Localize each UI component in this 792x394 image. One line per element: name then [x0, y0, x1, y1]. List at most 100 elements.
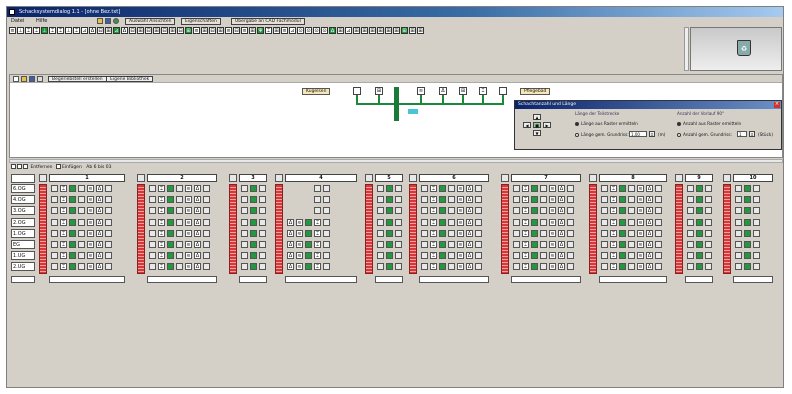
riser-cell[interactable]: [696, 252, 703, 260]
grid-cell-empty[interactable]: [377, 229, 384, 237]
fixture-cell[interactable]: Δ: [646, 196, 653, 204]
column-header[interactable]: 8: [599, 174, 667, 182]
spinner-icon[interactable]: ⇕: [649, 131, 655, 137]
grid-cell-empty[interactable]: [395, 252, 402, 260]
grid-cell-empty[interactable]: [448, 252, 455, 260]
riser-cell[interactable]: [439, 196, 446, 204]
riser-cell[interactable]: [744, 241, 751, 248]
grid-icon[interactable]: [11, 164, 16, 169]
fixture-cell[interactable]: ≋: [457, 196, 464, 204]
riser-cell[interactable]: [619, 229, 626, 237]
riser-cell[interactable]: [250, 218, 257, 226]
grid-cell-empty[interactable]: [51, 218, 58, 226]
fixture-cell[interactable]: Δ: [558, 229, 565, 237]
riser-cell[interactable]: [744, 207, 751, 215]
symbol-tool-15[interactable]: ⊟: [129, 27, 136, 34]
grid-cell-empty[interactable]: [323, 252, 330, 260]
fixture-cell[interactable]: Δ: [194, 185, 201, 192]
symbol-tool-36[interactable]: ⊙: [297, 27, 304, 34]
grid-cell-empty[interactable]: [323, 207, 330, 215]
grid-cell-empty[interactable]: [475, 229, 482, 237]
fixture-cell[interactable]: Δ: [466, 263, 473, 271]
grid-cell-empty[interactable]: [567, 263, 574, 271]
grid-cell-empty[interactable]: [176, 229, 183, 237]
riser-cell[interactable]: [744, 252, 751, 260]
fixture-cell[interactable]: ≋: [549, 252, 556, 260]
fixture-cell[interactable]: ⌶: [158, 252, 165, 260]
fixture-cell[interactable]: ≋: [549, 263, 556, 271]
symbol-tool-27[interactable]: ≡: [225, 27, 232, 34]
grid-cell-empty[interactable]: [78, 263, 85, 271]
grid-cell-empty[interactable]: [105, 263, 112, 271]
length-input[interactable]: 1,00: [629, 131, 647, 137]
column-header-box[interactable]: [229, 174, 237, 182]
fixture-cell[interactable]: ≋: [637, 241, 644, 248]
grid-cell-empty[interactable]: [105, 207, 112, 215]
riser-cell[interactable]: [619, 241, 626, 248]
cad-transfer-button[interactable]: Übergabe an CAD Fachmodul: [231, 18, 305, 25]
count-input[interactable]: 1: [737, 131, 747, 137]
riser-cell[interactable]: [531, 196, 538, 204]
grid-cell-empty[interactable]: [705, 252, 712, 260]
grid-cell-empty[interactable]: [655, 185, 662, 192]
riser-cell[interactable]: [531, 185, 538, 192]
grid-cell-empty[interactable]: [753, 185, 760, 192]
symbol-tool-29[interactable]: ≡: [241, 27, 248, 34]
riser-cell[interactable]: [696, 207, 703, 215]
riser-cell[interactable]: [69, 252, 76, 260]
arrow-left-icon[interactable]: ◀: [523, 122, 531, 128]
fixture-cell[interactable]: ≋: [549, 241, 556, 248]
grid-cell-empty[interactable]: [323, 218, 330, 226]
column-footer[interactable]: [375, 275, 403, 283]
symbol-tool-50[interactable]: ⊞: [409, 27, 416, 34]
grid-cell-empty[interactable]: [628, 218, 635, 226]
grid-cell-empty[interactable]: [753, 196, 760, 204]
fixture-cell[interactable]: Δ: [646, 241, 653, 248]
grid-cell-empty[interactable]: [513, 218, 520, 226]
grid-cell-empty[interactable]: [377, 252, 384, 260]
fixture-cell[interactable]: ⌶: [158, 196, 165, 204]
riser-cell[interactable]: [531, 218, 538, 226]
fixture-cell[interactable]: ⌶: [60, 218, 67, 226]
riser-cell[interactable]: [696, 196, 703, 204]
fixture-cell[interactable]: ⌶: [314, 218, 321, 226]
grid-cell-empty[interactable]: [753, 218, 760, 226]
grid-cell-empty[interactable]: [421, 252, 428, 260]
fixture-cell[interactable]: ≋: [87, 196, 94, 204]
riser-cell[interactable]: [386, 241, 393, 248]
fixture-cell[interactable]: ⌶: [522, 241, 529, 248]
grid-cell-empty[interactable]: [601, 185, 608, 192]
grid-cell-empty[interactable]: [377, 218, 384, 226]
column-footer[interactable]: [49, 275, 125, 283]
close-icon[interactable]: ×: [774, 102, 780, 108]
open-folder-icon[interactable]: [21, 76, 27, 82]
riser-cell[interactable]: [69, 207, 76, 215]
fixture-cell[interactable]: Δ: [194, 218, 201, 226]
grid-cell-empty[interactable]: [51, 207, 58, 215]
column-footer[interactable]: [239, 275, 267, 283]
grid-cell-empty[interactable]: [241, 185, 248, 192]
grid-cell-empty[interactable]: [323, 241, 330, 248]
column-header-box[interactable]: [589, 174, 597, 182]
fixture-cell[interactable]: Δ: [287, 218, 294, 226]
grid-cell-empty[interactable]: [655, 196, 662, 204]
column-footer[interactable]: [511, 275, 581, 283]
fixture-cell[interactable]: ⌶: [314, 229, 321, 237]
fixture-cell[interactable]: Δ: [194, 263, 201, 271]
symbol-tool-17[interactable]: ⊟: [145, 27, 152, 34]
grid-cell-empty[interactable]: [395, 207, 402, 215]
grid-cell-empty[interactable]: [448, 241, 455, 248]
fixture-cell[interactable]: ⌶: [430, 252, 437, 260]
fixture-cell[interactable]: ≋: [457, 263, 464, 271]
symbol-tool-5[interactable]: ⌶: [49, 27, 56, 34]
grid-cell-empty[interactable]: [377, 263, 384, 271]
symbol-tool-3[interactable]: ⌶: [33, 27, 40, 34]
grid-cell-empty[interactable]: [51, 252, 58, 260]
riser-cell[interactable]: [386, 196, 393, 204]
fixture-cell[interactable]: ⌶: [60, 252, 67, 260]
fixture-cell[interactable]: ⌶: [610, 196, 617, 204]
grid-cell-empty[interactable]: [540, 185, 547, 192]
grid-cell-empty[interactable]: [323, 229, 330, 237]
fixture-cell[interactable]: Δ: [558, 263, 565, 271]
grid-cell-empty[interactable]: [241, 196, 248, 204]
